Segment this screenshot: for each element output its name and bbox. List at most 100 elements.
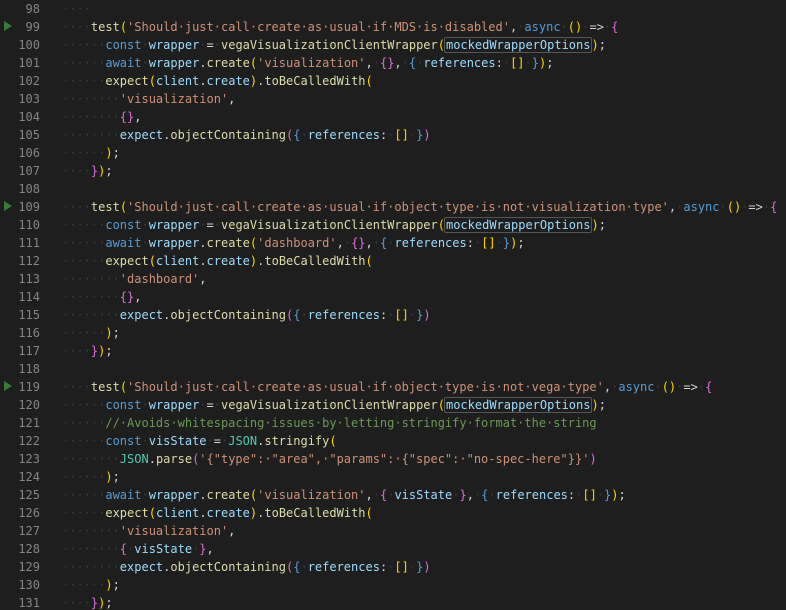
whitespace: · <box>141 398 148 412</box>
run-test-icon[interactable] <box>4 201 12 211</box>
code-line[interactable]: ······); <box>62 468 786 486</box>
code-line[interactable]: ······const·wrapper·=·vegaVisualizationC… <box>62 396 786 414</box>
token-pun: , <box>228 92 235 106</box>
indent-whitespace: ······ <box>62 434 105 448</box>
code-line[interactable]: ····}); <box>62 594 786 610</box>
code-area[interactable]: ········test('Should·just·call·create·as… <box>58 0 786 610</box>
code-line[interactable]: ······await·wrapper.create('dashboard',·… <box>62 234 786 252</box>
token-pun: . <box>199 254 206 268</box>
token-brk: { <box>120 542 127 556</box>
token-pun: . <box>199 56 206 70</box>
code-line[interactable]: ········expect.objectContaining({·refere… <box>62 306 786 324</box>
token-kw: async <box>524 20 560 34</box>
token-string: 'visualization' <box>257 56 365 70</box>
token-pun: ; <box>599 38 606 52</box>
code-line[interactable] <box>62 360 786 378</box>
token-pun: , <box>199 272 206 286</box>
code-line[interactable]: ···· <box>62 0 786 18</box>
whitespace: · <box>344 236 351 250</box>
token-pun: , <box>394 56 401 70</box>
line-number: 115 <box>0 306 58 324</box>
code-line[interactable]: ······const·wrapper·=·vegaVisualizationC… <box>62 216 786 234</box>
token-par: ) <box>105 326 112 340</box>
token-fn: parse <box>156 452 192 466</box>
token-pun: , <box>134 290 141 304</box>
code-line[interactable]: ········expect.objectContaining({·refere… <box>62 558 786 576</box>
line-number: 119 <box>0 378 58 396</box>
line-number: 98 <box>0 0 58 18</box>
token-kw: async <box>618 380 654 394</box>
token-brk: { <box>705 380 712 394</box>
run-test-icon[interactable] <box>4 21 12 31</box>
code-line[interactable]: ········{·visState·}, <box>62 540 786 558</box>
line-number-gutter: 9899100101102103104105106107108109110111… <box>0 0 58 610</box>
code-line[interactable]: ········{}, <box>62 288 786 306</box>
code-line[interactable]: ······expect(client.create).toBeCalledWi… <box>62 72 786 90</box>
token-op: => <box>589 20 603 34</box>
token-id: visState <box>134 542 192 556</box>
token-par: [] <box>394 308 408 322</box>
whitespace: · <box>561 20 568 34</box>
whitespace: · <box>496 236 503 250</box>
whitespace: · <box>199 38 206 52</box>
token-par: () <box>568 20 582 34</box>
token-kw: async <box>683 200 719 214</box>
indent-whitespace: ···· <box>62 344 91 358</box>
token-fn: create <box>207 488 250 502</box>
code-line[interactable]: ······await·wrapper.create('visualizatio… <box>62 486 786 504</box>
token-id: references <box>308 560 380 574</box>
run-test-icon[interactable] <box>4 381 12 391</box>
whitespace: · <box>409 128 416 142</box>
code-line[interactable]: ······); <box>62 144 786 162</box>
code-line[interactable]: ······expect(client.create).toBeCalledWi… <box>62 504 786 522</box>
code-line[interactable]: ······const·wrapper·=·vegaVisualizationC… <box>62 36 786 54</box>
token-id: client <box>156 254 199 268</box>
token-fn: stringify <box>264 434 329 448</box>
code-line[interactable]: ········'visualization', <box>62 90 786 108</box>
whitespace: · <box>373 488 380 502</box>
code-editor[interactable]: 9899100101102103104105106107108109110111… <box>0 0 786 610</box>
indent-whitespace: ······ <box>62 578 105 592</box>
code-line[interactable]: ······const·visState·=·JSON.stringify( <box>62 432 786 450</box>
code-line[interactable]: ········expect.objectContaining({·refere… <box>62 126 786 144</box>
code-line[interactable]: ····test('Should·just·call·create·as·usu… <box>62 18 786 36</box>
code-line[interactable]: ····test('Should·just·call·create·as·usu… <box>62 378 786 396</box>
token-par: ( <box>149 506 156 520</box>
code-line[interactable]: ········'visualization', <box>62 522 786 540</box>
token-pun: ; <box>546 56 553 70</box>
code-line[interactable]: ······//·Avoids·whitespacing·issues·by·l… <box>62 414 786 432</box>
code-line[interactable]: ······); <box>62 576 786 594</box>
code-line[interactable]: ········'dashboard', <box>62 270 786 288</box>
token-pun: . <box>199 74 206 88</box>
token-pun: . <box>149 452 156 466</box>
line-number: 124 <box>0 468 58 486</box>
token-id: wrapper <box>149 398 200 412</box>
code-line[interactable]: ········{}, <box>62 108 786 126</box>
line-number: 109 <box>0 198 58 216</box>
whitespace: · <box>141 218 148 232</box>
token-pun: ; <box>599 218 606 232</box>
line-number: 101 <box>0 54 58 72</box>
code-line[interactable]: ······expect(client.create).toBeCalledWi… <box>62 252 786 270</box>
token-op: = <box>207 398 214 412</box>
code-line[interactable]: ······await·wrapper.create('visualizatio… <box>62 54 786 72</box>
code-line[interactable]: ····}); <box>62 342 786 360</box>
line-number: 114 <box>0 288 58 306</box>
code-line[interactable]: ······); <box>62 324 786 342</box>
whitespace: · <box>597 488 604 502</box>
indent-whitespace: ···· <box>62 380 91 394</box>
indent-whitespace: ······ <box>62 56 105 70</box>
indent-whitespace: ········ <box>62 308 120 322</box>
line-number: 102 <box>0 72 58 90</box>
code-line[interactable] <box>62 180 786 198</box>
line-number: 122 <box>0 432 58 450</box>
token-brk: ) <box>589 452 596 466</box>
token-brk: { <box>770 200 777 214</box>
code-line[interactable]: ········JSON.parse('{"type":·"area",·"pa… <box>62 450 786 468</box>
code-line[interactable]: ····}); <box>62 162 786 180</box>
whitespace: · <box>503 56 510 70</box>
token-fn: vegaVisualizationClientWrapper <box>221 218 438 232</box>
token-fn: toBeCalledWith <box>264 74 365 88</box>
whitespace: · <box>373 56 380 70</box>
code-line[interactable]: ····test('Should·just·call·create·as·usu… <box>62 198 786 216</box>
